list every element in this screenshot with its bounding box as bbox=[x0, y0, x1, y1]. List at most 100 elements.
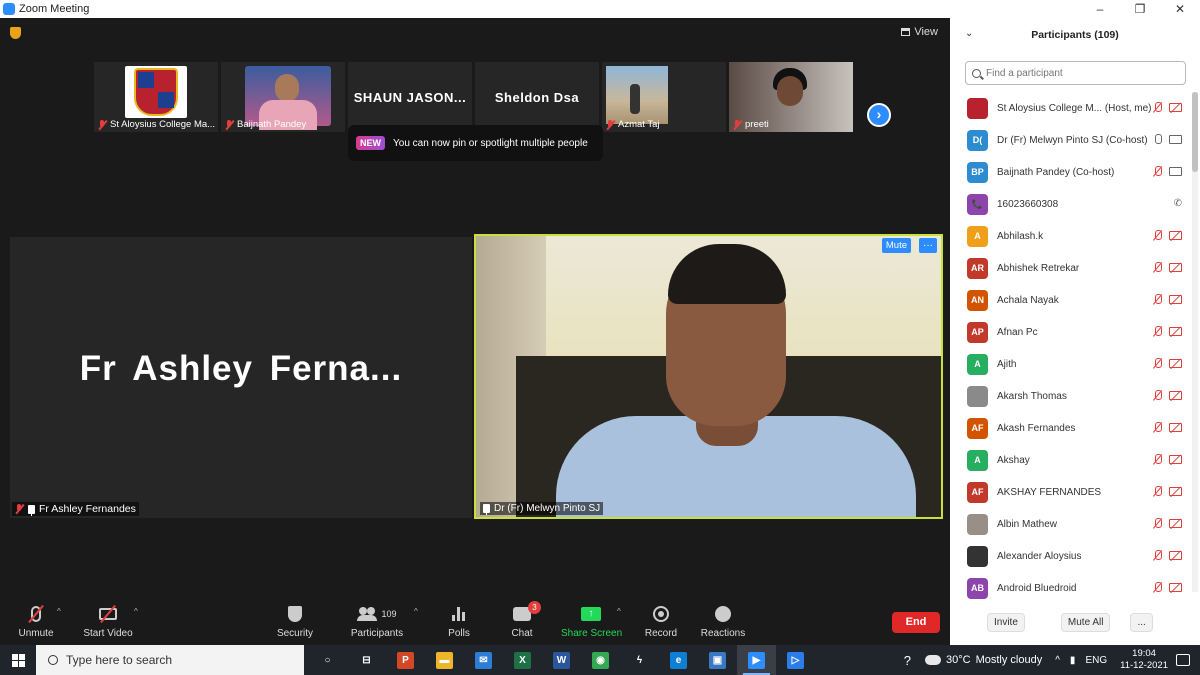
polls-button[interactable]: Polls bbox=[444, 601, 474, 645]
chat-icon: 3 bbox=[513, 601, 541, 621]
taskbar-app-icon[interactable]: ⊟ bbox=[347, 645, 386, 675]
language-indicator[interactable]: ENG bbox=[1085, 655, 1107, 666]
video-thumb-sheldon[interactable]: Sheldon Dsa bbox=[475, 62, 599, 132]
taskbar-app-icon[interactable]: ○ bbox=[308, 645, 347, 675]
video-thumb-baijnath[interactable]: Baijnath Pandey bbox=[221, 62, 345, 132]
weather-widget[interactable]: 30°C Mostly cloudy bbox=[922, 651, 1042, 666]
participants-label: Participants bbox=[350, 628, 404, 639]
security-button[interactable]: Security bbox=[274, 601, 316, 645]
taskbar-app-icon[interactable]: ▬ bbox=[425, 645, 464, 675]
video-off-icon bbox=[1169, 423, 1182, 432]
clock[interactable]: 19:04 11-12-2021 bbox=[1120, 648, 1168, 672]
start-video-button[interactable]: Start Video bbox=[82, 601, 134, 645]
video-options-caret-icon[interactable]: ^ bbox=[134, 607, 138, 616]
audio-options-caret-icon[interactable]: ^ bbox=[57, 607, 61, 616]
participant-row[interactable]: Alexander Aloysius bbox=[950, 540, 1190, 572]
taskbar-app-icon[interactable]: ◉ bbox=[581, 645, 620, 675]
participant-avatar: D( bbox=[967, 129, 988, 151]
participant-row[interactable]: BP Baijnath Pandey (Co-host) bbox=[950, 156, 1190, 188]
mic-muted-icon bbox=[98, 119, 107, 130]
taskbar-app-icon[interactable]: W bbox=[542, 645, 581, 675]
video-thumb-azmat[interactable]: Azmat Taj bbox=[602, 62, 726, 132]
participant-row[interactable]: AR Abhishek Retrekar bbox=[950, 252, 1190, 284]
record-icon bbox=[653, 606, 669, 622]
feature-tooltip[interactable]: NEW You can now pin or spotlight multipl… bbox=[348, 125, 603, 161]
pin-icon bbox=[483, 504, 490, 515]
help-icon[interactable]: ? bbox=[904, 653, 911, 668]
participant-name: Baijnath Pandey (Co-host) bbox=[997, 166, 1115, 178]
video-off-icon bbox=[1169, 295, 1182, 304]
security-shield-icon[interactable] bbox=[10, 27, 21, 39]
windows-start-icon[interactable] bbox=[0, 645, 36, 675]
participant-row[interactable]: Akarsh Thomas bbox=[950, 380, 1190, 412]
taskbar-app-icon[interactable]: ϟ bbox=[620, 645, 659, 675]
more-options-button[interactable]: ··· bbox=[919, 238, 937, 253]
video-off-icon bbox=[1169, 551, 1182, 560]
participant-row[interactable]: AF AKSHAY FERNANDES bbox=[950, 476, 1190, 508]
participant-row[interactable]: A Ajith bbox=[950, 348, 1190, 380]
participant-row[interactable]: AN Achala Nayak bbox=[950, 284, 1190, 316]
tray-chevron-icon[interactable]: ^ bbox=[1055, 655, 1060, 666]
taskbar-app-icon[interactable]: ▷ bbox=[776, 645, 815, 675]
video-tile-melwyn[interactable]: Mute ··· Dr (Fr) Melwyn Pinto SJ bbox=[474, 234, 943, 519]
taskbar-app-icon[interactable]: ▣ bbox=[698, 645, 737, 675]
chat-button[interactable]: 3 Chat bbox=[506, 601, 541, 645]
taskbar-app-icon[interactable]: e bbox=[659, 645, 698, 675]
video-off-icon bbox=[1169, 327, 1182, 336]
participant-avatar: AF bbox=[967, 417, 988, 439]
participant-name: Akarsh Thomas bbox=[997, 390, 1067, 402]
share-screen-button[interactable]: ↑ Share Screen bbox=[561, 601, 622, 645]
video-thumb-shaun[interactable]: SHAUN JASON... bbox=[348, 62, 472, 132]
microphone-tray-icon[interactable]: ▮ bbox=[1070, 655, 1076, 666]
tile-display-name: Fr Ashley Ferna... bbox=[79, 349, 403, 388]
participant-row[interactable]: AF Akash Fernandes bbox=[950, 412, 1190, 444]
participants-footer: Invite Mute All ... bbox=[950, 613, 1200, 632]
view-button[interactable]: View bbox=[901, 26, 938, 38]
taskbar-app-icon[interactable]: P bbox=[386, 645, 425, 675]
close-button[interactable]: ✕ bbox=[1160, 0, 1200, 18]
participant-row[interactable]: AP Afnan Pc bbox=[950, 316, 1190, 348]
unmute-button[interactable]: Unmute bbox=[14, 601, 58, 645]
video-tile-ashley[interactable]: Fr Ashley Ferna... Fr Ashley Fernandes bbox=[10, 237, 472, 518]
participant-avatar bbox=[967, 97, 988, 119]
clock-time: 19:04 bbox=[1132, 648, 1156, 659]
more-options-button[interactable]: ... bbox=[1130, 613, 1153, 632]
taskbar-app-icon[interactable]: ▶ bbox=[737, 645, 776, 675]
minimize-button[interactable]: – bbox=[1080, 0, 1120, 18]
video-thumb-preeti[interactable]: preeti bbox=[729, 62, 853, 132]
participant-row[interactable]: A Abhilash.k bbox=[950, 220, 1190, 252]
invite-button[interactable]: Invite bbox=[987, 613, 1025, 632]
taskbar-app-icon[interactable]: X bbox=[503, 645, 542, 675]
share-options-caret-icon[interactable]: ^ bbox=[617, 607, 621, 616]
participant-list-scrollbar[interactable] bbox=[1192, 92, 1198, 592]
participant-row[interactable]: Albin Mathew bbox=[950, 508, 1190, 540]
participant-row[interactable]: 📞 16023660308 ✆ bbox=[950, 188, 1190, 220]
participant-row[interactable]: D(Dr (Fr) Melwyn Pinto SJ (Co-host) bbox=[950, 124, 1190, 156]
mute-all-button[interactable]: Mute All bbox=[1060, 613, 1111, 632]
thumb-display-name: SHAUN JASON... bbox=[353, 90, 467, 105]
participant-row[interactable]: A Akshay bbox=[950, 444, 1190, 476]
participants-caret-icon[interactable]: ^ bbox=[414, 607, 418, 616]
participant-video bbox=[245, 66, 331, 130]
window-title: Zoom Meeting bbox=[19, 3, 90, 15]
microphone-muted-icon bbox=[1153, 166, 1162, 177]
participant-row[interactable]: AB Android Bluedroid bbox=[950, 572, 1190, 604]
tooltip-text: You can now pin or spotlight multiple pe… bbox=[393, 137, 588, 149]
participant-list: St Aloysius College M... (Host, me) D(Dr … bbox=[950, 92, 1190, 604]
reactions-button[interactable]: Reactions bbox=[700, 601, 746, 645]
video-thumb-st-aloysius[interactable]: St Aloysius College Ma... bbox=[94, 62, 218, 132]
participants-button[interactable]: 109 Participants bbox=[349, 601, 405, 645]
record-button[interactable]: Record bbox=[642, 601, 680, 645]
video-off-icon bbox=[1169, 519, 1182, 528]
next-page-arrow-icon[interactable]: › bbox=[867, 103, 891, 127]
share-screen-icon: ↑ bbox=[581, 607, 601, 621]
participant-search-input[interactable] bbox=[986, 67, 1176, 79]
mute-participant-button[interactable]: Mute bbox=[881, 238, 911, 253]
taskbar-search[interactable]: Type here to search bbox=[36, 645, 304, 675]
maximize-button[interactable]: ❐ bbox=[1120, 0, 1160, 18]
participant-search[interactable] bbox=[965, 61, 1186, 85]
end-meeting-button[interactable]: End bbox=[892, 612, 940, 633]
taskbar-app-icon[interactable]: ✉ bbox=[464, 645, 503, 675]
notifications-icon[interactable] bbox=[1176, 654, 1190, 666]
participant-row[interactable]: St Aloysius College M... (Host, me) bbox=[950, 92, 1190, 124]
